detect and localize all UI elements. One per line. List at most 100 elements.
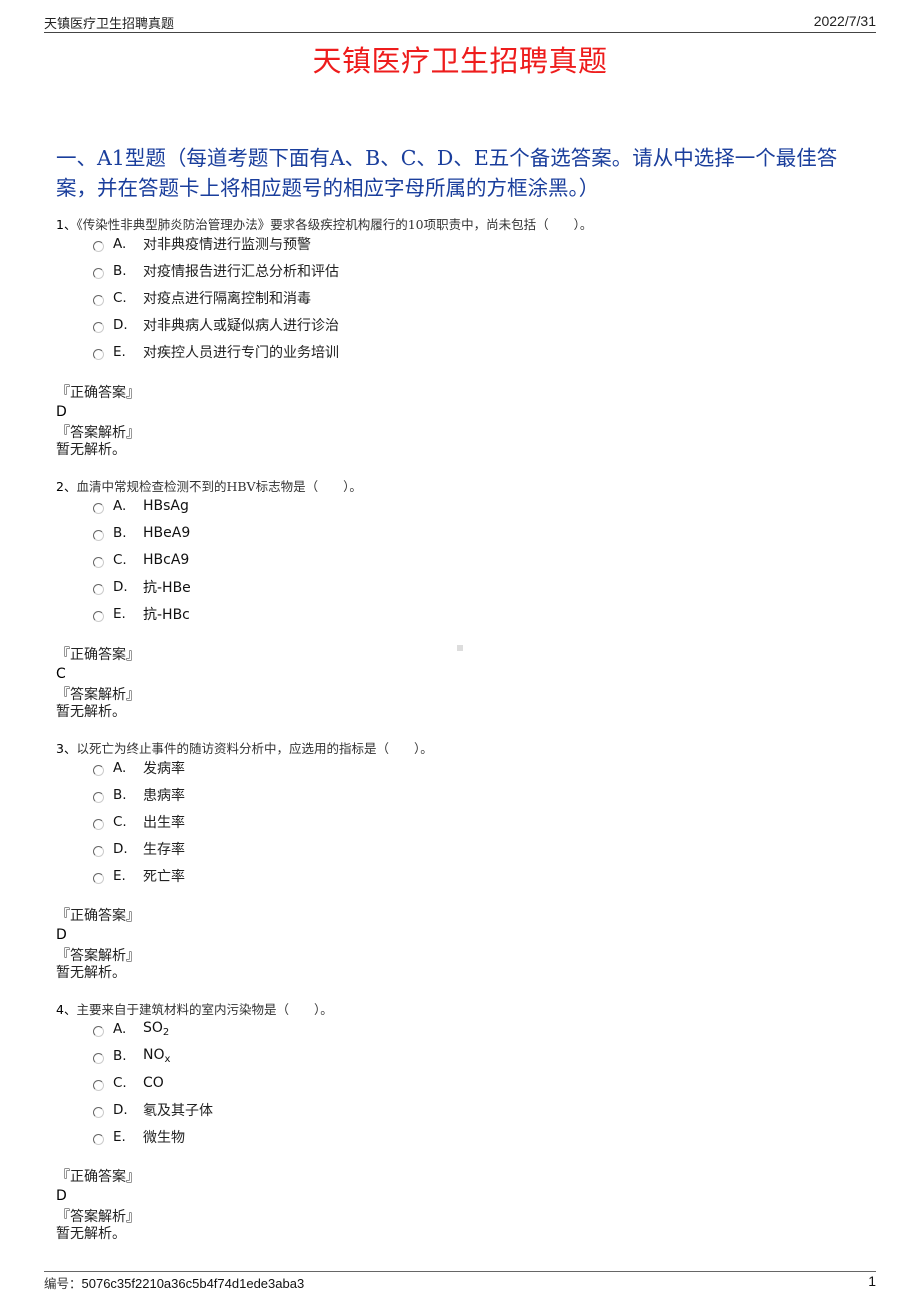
option-letter: E. [113, 605, 126, 622]
option-text: 对非典疫情进行监测与预警 [143, 236, 311, 253]
formula-subscript: 2 [162, 1026, 170, 1038]
option-text: 出生率 [143, 814, 185, 831]
option-a[interactable]: A. HBsAg [93, 492, 191, 519]
radio-button-icon[interactable] [93, 268, 104, 279]
option-c[interactable]: C. CO [93, 1069, 213, 1096]
option-letter: E. [113, 867, 126, 884]
radio-button-icon[interactable] [93, 322, 104, 333]
radio-button-icon[interactable] [93, 349, 104, 360]
option-text: CO [143, 1074, 164, 1091]
option-letter: A. [113, 497, 127, 514]
radio-button-icon[interactable] [93, 1053, 104, 1064]
radio-button-icon[interactable] [93, 584, 104, 595]
option-letter: E. [113, 343, 126, 360]
question-2-answer: 『正确答案』 C 『答案解析』 暂无解析。 [56, 646, 140, 720]
option-c[interactable]: C. 对疫点进行隔离控制和消毒 [93, 284, 339, 311]
option-text: HBcA9 [143, 551, 190, 568]
question-number: 4、 [56, 1002, 77, 1017]
option-a[interactable]: A. SO2 [93, 1015, 213, 1042]
correct-answer-label: 『正确答案』 [56, 1169, 140, 1185]
question-number: 3、 [56, 741, 77, 756]
radio-button-icon[interactable] [93, 530, 104, 541]
radio-button-icon[interactable] [93, 819, 104, 830]
option-d[interactable]: D. 生存率 [93, 835, 185, 862]
option-text: 对疫情报告进行汇总分析和评估 [143, 263, 339, 280]
radio-button-icon[interactable] [93, 611, 104, 622]
document-id-value: 5076c35f2210a36c5b4f74d1ede3aba3 [81, 1276, 305, 1291]
option-c[interactable]: C. HBcA9 [93, 546, 191, 573]
option-c[interactable]: C. 出生率 [93, 808, 185, 835]
option-letter: D. [113, 316, 128, 333]
radio-button-icon[interactable] [93, 1080, 104, 1091]
option-letter: C. [113, 813, 127, 830]
option-letter: A. [113, 1020, 127, 1037]
option-text: 患病率 [143, 787, 185, 804]
option-b[interactable]: B. HBeA9 [93, 519, 191, 546]
option-text: NOx [143, 1047, 170, 1065]
document-title: 天镇医疗卫生招聘真题 [312, 44, 608, 78]
option-e[interactable]: E. 微生物 [93, 1123, 213, 1150]
question-3-options: A. 发病率 B. 患病率 C. 出生率 D. 生存率 E. 死亡率 [93, 754, 185, 889]
option-text: 对非典病人或疑似病人进行诊治 [143, 317, 339, 334]
formula-base: SO [143, 1019, 163, 1036]
radio-button-icon[interactable] [93, 873, 104, 884]
radio-button-icon[interactable] [93, 765, 104, 776]
analysis-label: 『答案解析』 [56, 425, 140, 441]
radio-button-icon[interactable] [93, 1026, 104, 1037]
question-4-options: A. SO2 B. NOx C. CO D. 氡及其子体 E. 微生物 [93, 1015, 213, 1150]
option-b[interactable]: B. 患病率 [93, 781, 185, 808]
option-letter: C. [113, 1074, 127, 1091]
radio-button-icon[interactable] [93, 557, 104, 568]
question-number: 1、 [56, 217, 77, 232]
option-letter: B. [113, 262, 127, 279]
correct-answer-value: D [56, 404, 67, 420]
option-e[interactable]: E. 抗-HBc [93, 600, 191, 627]
correct-answer-label: 『正确答案』 [56, 908, 140, 924]
question-4-answer: 『正确答案』 D 『答案解析』 暂无解析。 [56, 1168, 140, 1242]
page-number: 1 [868, 1273, 876, 1289]
radio-button-icon[interactable] [93, 1134, 104, 1145]
radio-button-icon[interactable] [93, 503, 104, 514]
analysis-text: 暂无解析。 [56, 1226, 126, 1242]
header-doc-name: 天镇医疗卫生招聘真题 [44, 17, 175, 32]
option-text: HBsAg [143, 497, 189, 514]
option-text: HBeA9 [143, 524, 191, 541]
correct-answer-value: C [56, 666, 66, 682]
page-header: 天镇医疗卫生招聘真题 2022/7/31 [44, 12, 876, 33]
option-text: 生存率 [143, 841, 185, 858]
radio-button-icon[interactable] [93, 846, 104, 857]
option-text: 死亡率 [143, 868, 185, 885]
question-1-answer: 『正确答案』 D 『答案解析』 暂无解析。 [56, 384, 140, 458]
option-d[interactable]: D. 抗-HBe [93, 573, 191, 600]
document-id-label: 编号： [44, 1276, 82, 1291]
question-number: 2、 [56, 479, 77, 494]
radio-button-icon[interactable] [93, 792, 104, 803]
formula-subscript: x [164, 1053, 171, 1065]
option-text: SO2 [143, 1020, 169, 1038]
option-b[interactable]: B. NOx [93, 1042, 213, 1069]
option-letter: C. [113, 289, 127, 306]
header-date: 2022/7/31 [813, 13, 876, 29]
option-text: 抗-HBc [143, 606, 190, 623]
option-letter: B. [113, 1047, 127, 1064]
question-3-answer: 『正确答案』 D 『答案解析』 暂无解析。 [56, 907, 140, 981]
option-text: 对疾控人员进行专门的业务培训 [143, 344, 339, 361]
option-d[interactable]: D. 氡及其子体 [93, 1096, 213, 1123]
analysis-label: 『答案解析』 [56, 687, 140, 703]
option-letter: B. [113, 524, 127, 541]
radio-button-icon[interactable] [93, 241, 104, 252]
correct-answer-label: 『正确答案』 [56, 647, 140, 663]
option-d[interactable]: D. 对非典病人或疑似病人进行诊治 [93, 311, 339, 338]
option-text: 微生物 [143, 1129, 185, 1146]
option-b[interactable]: B. 对疫情报告进行汇总分析和评估 [93, 257, 339, 284]
page-marker [457, 645, 463, 651]
radio-button-icon[interactable] [93, 1107, 104, 1118]
radio-button-icon[interactable] [93, 295, 104, 306]
option-a[interactable]: A. 发病率 [93, 754, 185, 781]
option-text: 氡及其子体 [143, 1102, 213, 1119]
correct-answer-value: D [56, 1188, 67, 1204]
option-e[interactable]: E. 死亡率 [93, 862, 185, 889]
option-a[interactable]: A. 对非典疫情进行监测与预警 [93, 230, 339, 257]
option-e[interactable]: E. 对疾控人员进行专门的业务培训 [93, 338, 339, 365]
page-footer: 编号：5076c35f2210a36c5b4f74d1ede3aba3 1 [44, 1271, 876, 1291]
